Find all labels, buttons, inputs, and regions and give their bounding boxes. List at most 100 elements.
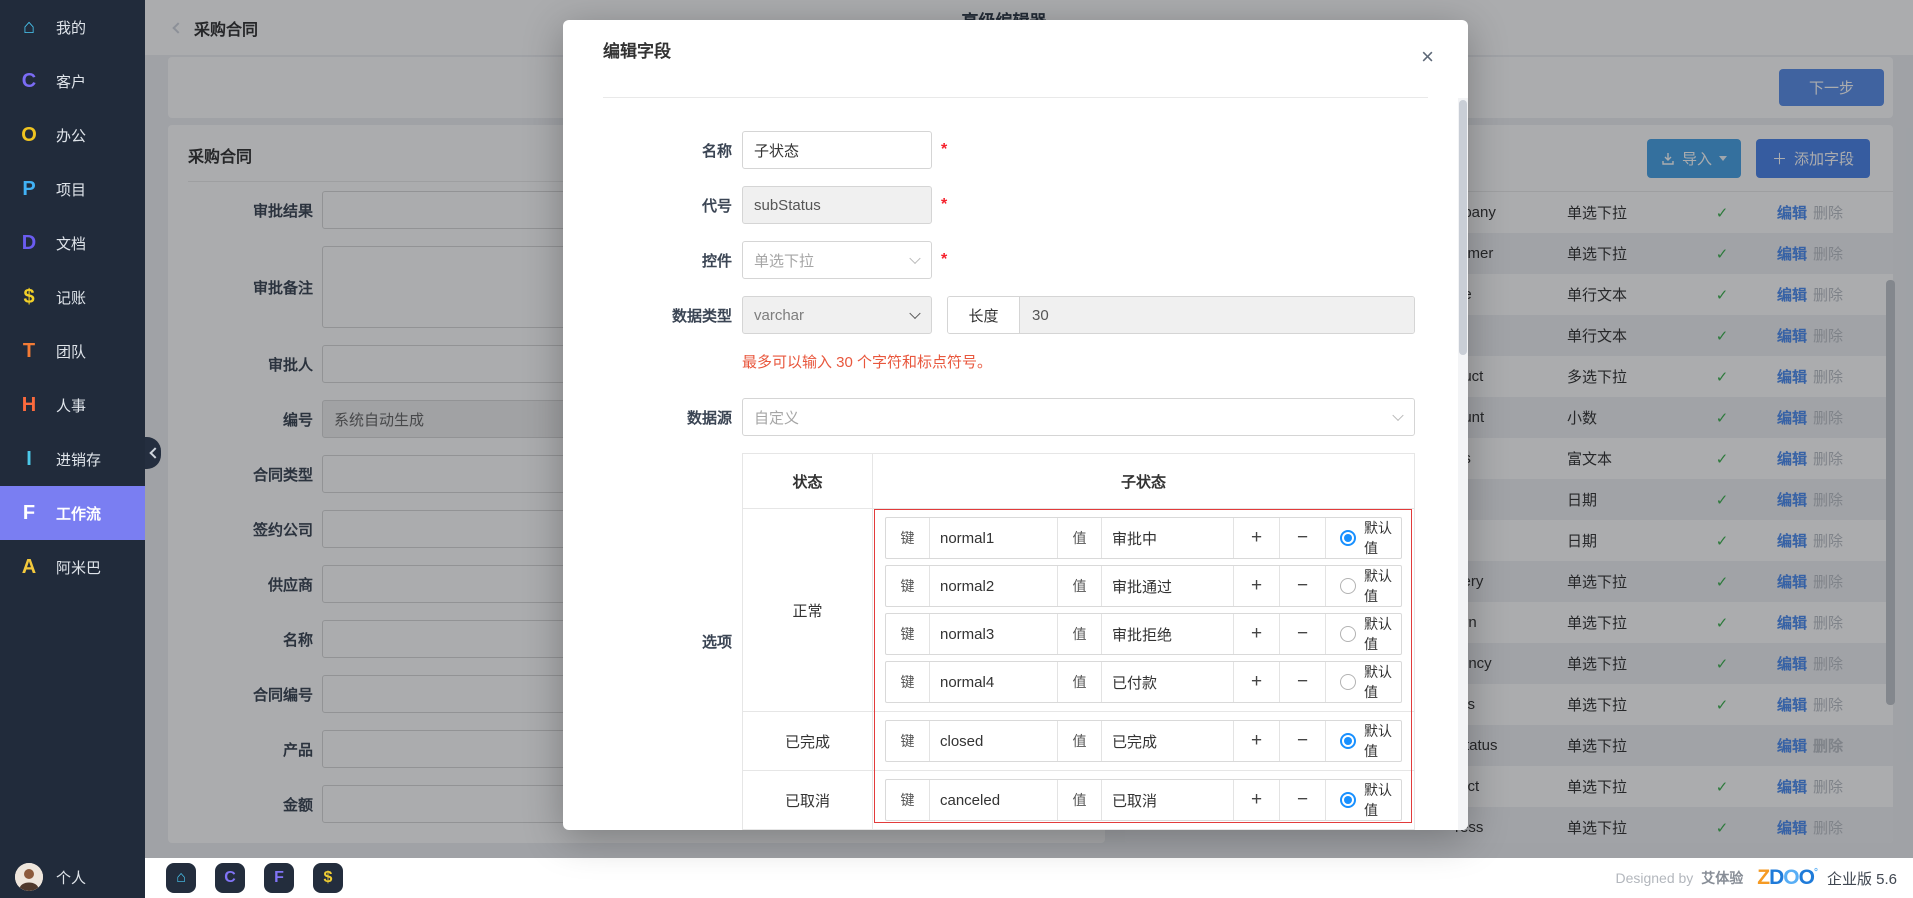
key-input[interactable] <box>930 626 1057 643</box>
sidebar-item[interactable]: D 文档 <box>0 216 145 270</box>
datasource-select[interactable]: 自定义 <box>742 398 1415 436</box>
sidebar-item[interactable]: $ 记账 <box>0 270 145 324</box>
key-input-cell <box>930 518 1058 558</box>
value-input[interactable] <box>1102 578 1233 595</box>
datatype-select-value: varchar <box>754 307 804 324</box>
sidebar-item[interactable]: C 客户 <box>0 54 145 108</box>
code-input <box>742 186 932 224</box>
datatype-field-row: 数据类型 varchar 长度 <box>603 296 1415 334</box>
default-radio-label: 默认值 <box>1364 518 1401 558</box>
sidebar-item-label: 阿米巴 <box>56 557 101 578</box>
default-radio[interactable] <box>1340 578 1356 594</box>
add-option-button[interactable]: + <box>1234 614 1280 654</box>
sidebar-item[interactable]: O 办公 <box>0 108 145 162</box>
logo-trademark-dot: ° <box>1814 867 1817 878</box>
close-icon[interactable]: × <box>1421 46 1434 68</box>
required-asterisk: * <box>941 196 947 214</box>
key-label: 键 <box>886 721 930 761</box>
sidebar-item[interactable]: F 工作流 <box>0 486 145 540</box>
default-radio[interactable] <box>1340 530 1356 546</box>
control-field-row: 控件 单选下拉 * <box>603 241 1415 279</box>
key-input[interactable] <box>930 578 1057 595</box>
remove-option-button[interactable]: − <box>1280 721 1326 761</box>
name-label: 名称 <box>603 140 732 161</box>
logo-letter: O <box>1799 866 1814 890</box>
default-radio-label: 默认值 <box>1364 780 1401 820</box>
taskbar-app-button[interactable]: $ <box>313 863 343 893</box>
key-input[interactable] <box>930 733 1057 750</box>
team-icon: T <box>15 340 43 363</box>
sidebar-profile[interactable]: 个人 <box>15 863 86 891</box>
bottom-taskbar: ⌂ C F $ Designed by 艾体验 ZDOO ° <box>145 858 1913 898</box>
length-input[interactable] <box>1020 297 1414 333</box>
default-radio-cell: 默认值 <box>1326 614 1401 654</box>
remove-option-button[interactable]: − <box>1280 614 1326 654</box>
remove-option-button[interactable]: − <box>1280 518 1326 558</box>
value-input[interactable] <box>1102 792 1233 809</box>
add-option-button[interactable]: + <box>1234 566 1280 606</box>
sidebar-item-label: 人事 <box>56 395 86 416</box>
sidebar-item[interactable]: ⌂ 我的 <box>0 0 145 54</box>
default-radio[interactable] <box>1340 792 1356 808</box>
sidebar-item[interactable]: A 阿米巴 <box>0 540 145 594</box>
customer-icon: C <box>224 869 236 887</box>
remove-option-button[interactable]: − <box>1280 566 1326 606</box>
taskbar-app-button[interactable]: C <box>215 863 245 893</box>
default-radio[interactable] <box>1340 626 1356 642</box>
add-option-button[interactable]: + <box>1234 721 1280 761</box>
value-input[interactable] <box>1102 733 1233 750</box>
control-select[interactable]: 单选下拉 <box>742 241 932 279</box>
home-icon: ⌂ <box>15 16 43 39</box>
length-hint-text: 最多可以输入 30 个字符和标点符号。 <box>742 351 1415 372</box>
name-input[interactable] <box>742 131 932 169</box>
add-option-button[interactable]: + <box>1234 780 1280 820</box>
logo-letter: O <box>1783 866 1798 890</box>
option-row: 键 值 <box>885 779 1402 821</box>
add-option-button[interactable]: + <box>1234 662 1280 702</box>
option-row: 键 值 <box>885 661 1402 703</box>
sidebar-item-label: 进销存 <box>56 449 101 470</box>
chevron-down-icon <box>909 253 920 264</box>
key-label: 键 <box>886 518 930 558</box>
key-input[interactable] <box>930 530 1057 547</box>
value-input-cell <box>1102 518 1234 558</box>
home-icon: ⌂ <box>176 869 186 887</box>
flow-icon: F <box>15 502 43 525</box>
default-radio-cell: 默认值 <box>1326 662 1401 702</box>
value-input[interactable] <box>1102 674 1233 691</box>
sidebar-item[interactable]: P 项目 <box>0 162 145 216</box>
value-label: 值 <box>1058 614 1102 654</box>
state-cell: 已完成 <box>743 712 873 770</box>
modal-scrollbar[interactable] <box>1459 100 1467 355</box>
taskbar-app-button[interactable]: ⌂ <box>166 863 196 893</box>
taskbar-app-button[interactable]: F <box>264 863 294 893</box>
value-input[interactable] <box>1102 530 1233 547</box>
sidebar-item-label: 工作流 <box>56 503 101 524</box>
sidebar-item-label: 项目 <box>56 179 86 200</box>
inventory-icon: I <box>15 448 43 471</box>
default-radio-cell: 默认值 <box>1326 780 1401 820</box>
default-radio-label: 默认值 <box>1364 662 1401 702</box>
value-label: 值 <box>1058 662 1102 702</box>
sidebar-item[interactable]: T 团队 <box>0 324 145 378</box>
option-rows: 键 值 <box>873 712 1414 770</box>
sidebar-item[interactable]: H 人事 <box>0 378 145 432</box>
key-input-cell <box>930 566 1058 606</box>
key-input-cell <box>930 614 1058 654</box>
status-column-header: 状态 <box>743 454 873 508</box>
edition-label: 企业版 5.6 <box>1827 868 1897 889</box>
add-option-button[interactable]: + <box>1234 518 1280 558</box>
avatar <box>15 863 43 891</box>
remove-option-button[interactable]: − <box>1280 662 1326 702</box>
default-radio[interactable] <box>1340 733 1356 749</box>
designed-by-text: Designed by <box>1615 870 1693 886</box>
value-input[interactable] <box>1102 626 1233 643</box>
datatype-select[interactable]: varchar <box>742 296 932 334</box>
sidebar-item[interactable]: I 进销存 <box>0 432 145 486</box>
chevron-down-icon <box>909 308 920 319</box>
remove-option-button[interactable]: − <box>1280 780 1326 820</box>
key-input[interactable] <box>930 792 1057 809</box>
default-radio[interactable] <box>1340 674 1356 690</box>
key-input[interactable] <box>930 674 1057 691</box>
datasource-select-value: 自定义 <box>754 407 799 428</box>
